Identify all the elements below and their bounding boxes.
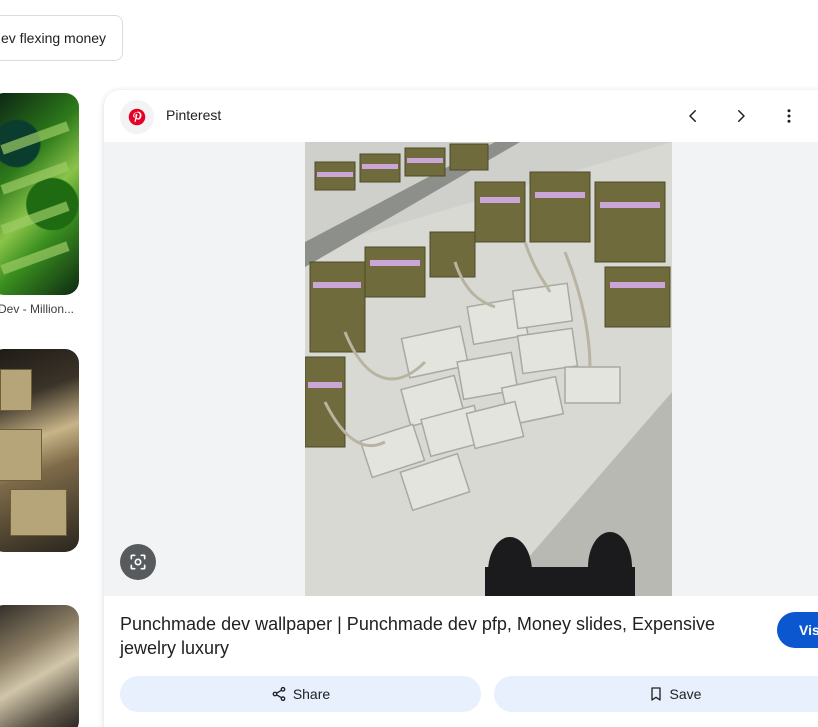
share-button-label: Share — [292, 686, 331, 702]
preview-image[interactable] — [305, 142, 672, 596]
save-button[interactable]: Save — [494, 676, 818, 712]
source-name[interactable]: Pinterest — [166, 107, 221, 123]
visit-button-label: Visit — [799, 622, 818, 638]
result-thumbnail-caption[interactable]: Dev - Million... — [0, 302, 74, 316]
visit-button[interactable]: Visit — [777, 612, 818, 648]
result-thumbnail[interactable] — [0, 93, 79, 295]
related-search-chip[interactable]: ev flexing money — [0, 15, 124, 61]
result-thumbnail[interactable] — [0, 605, 79, 727]
panel-header: Pinterest — [104, 90, 818, 142]
chevron-right-icon[interactable] — [729, 104, 753, 128]
share-button[interactable]: Share — [120, 676, 481, 712]
share-icon — [272, 686, 286, 702]
save-button-label: Save — [669, 686, 702, 702]
image-search-page: ev flexing money Dev - Million... Pinter… — [0, 0, 818, 727]
result-thumbnail[interactable] — [0, 349, 79, 552]
more-vert-icon[interactable] — [777, 104, 801, 128]
image-viewer — [104, 142, 818, 596]
related-search-chip-label: ev flexing money — [1, 30, 107, 46]
bookmark-icon — [650, 687, 661, 701]
image-preview-panel: Pinterest Punchmade dev wallpaper | Punc… — [104, 90, 818, 727]
pinterest-icon[interactable] — [120, 100, 154, 134]
result-title[interactable]: Punchmade dev wallpaper | Punchmade dev … — [120, 612, 740, 660]
chevron-left-icon[interactable] — [681, 104, 705, 128]
lens-icon[interactable] — [120, 544, 156, 580]
